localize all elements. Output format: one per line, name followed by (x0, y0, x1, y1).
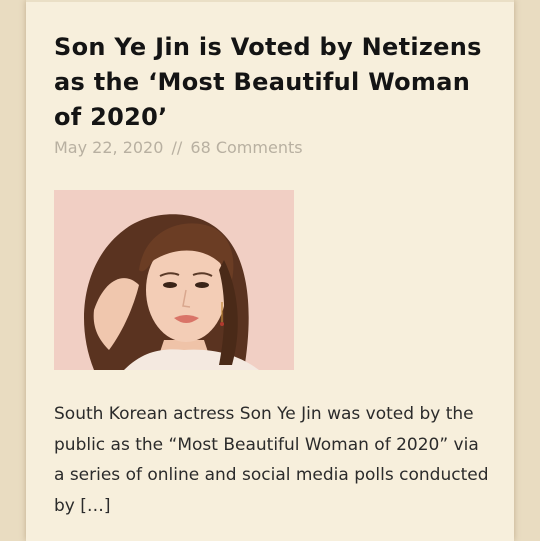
article-card: Son Ye Jin is Voted by Netizens as the ‘… (26, 0, 514, 541)
article-meta: May 22, 2020 // 68 Comments (54, 137, 303, 159)
card-divider (26, 0, 514, 2)
article-thumbnail[interactable] (54, 190, 294, 370)
article-date[interactable]: May 22, 2020 (54, 138, 163, 157)
article-title[interactable]: Son Ye Jin is Voted by Netizens as the ‘… (54, 30, 504, 135)
comments-link[interactable]: 68 Comments (190, 138, 302, 157)
article-excerpt: South Korean actress Son Ye Jin was vote… (54, 404, 489, 516)
meta-separator: // (171, 138, 183, 157)
portrait-image (54, 190, 294, 370)
